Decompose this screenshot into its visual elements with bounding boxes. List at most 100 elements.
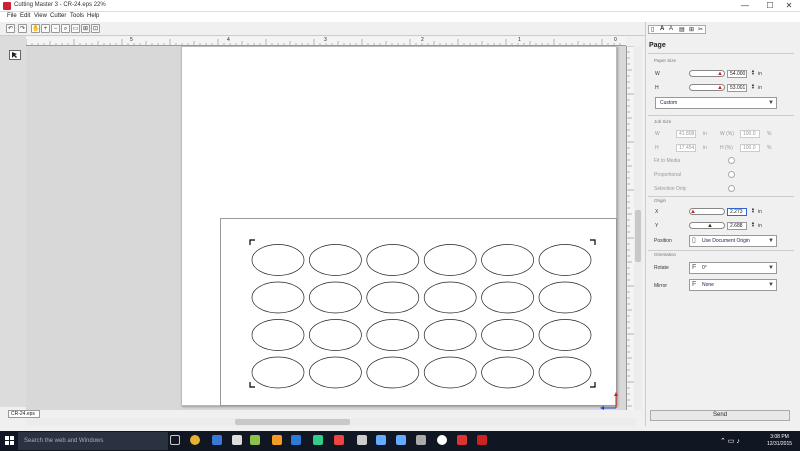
app-icon[interactable] bbox=[437, 435, 447, 445]
photoshop-icon[interactable] bbox=[291, 435, 301, 445]
close-button[interactable]: ✕ bbox=[778, 0, 800, 12]
menu-tools[interactable]: Tools bbox=[70, 13, 84, 19]
acrobat-icon[interactable] bbox=[477, 435, 487, 445]
origin-y-slider[interactable]: ▲ bbox=[689, 222, 725, 229]
mirror-dropdown[interactable]: F None ▼ bbox=[689, 279, 777, 291]
paper-w-unit: in bbox=[758, 71, 762, 77]
send-button[interactable]: Send bbox=[650, 410, 790, 421]
document-tab[interactable]: CR-24.eps bbox=[8, 410, 40, 418]
text-style-tab-icon[interactable]: A bbox=[669, 26, 673, 32]
app-icon[interactable] bbox=[334, 435, 344, 445]
label-shape[interactable] bbox=[309, 319, 362, 351]
undo-icon[interactable]: ↶ bbox=[6, 24, 15, 33]
select-tool-icon[interactable] bbox=[9, 50, 21, 60]
page-tab-icon[interactable]: ▯ bbox=[651, 26, 654, 33]
app-icon[interactable] bbox=[457, 435, 467, 445]
label-shape[interactable] bbox=[423, 356, 477, 389]
layers-tab-icon[interactable]: ▤ bbox=[679, 26, 685, 33]
origin-x-input[interactable]: 2.273 bbox=[727, 208, 747, 216]
paper-size-dropdown[interactable]: Custom ▼ bbox=[655, 97, 777, 109]
zoom-icon[interactable]: ⌕ bbox=[61, 24, 70, 33]
windows-icon[interactable] bbox=[5, 436, 14, 445]
menu-file[interactable]: File bbox=[7, 13, 17, 19]
proportional-checkbox[interactable] bbox=[728, 171, 735, 178]
zoom-fit-icon[interactable]: ⊞ bbox=[81, 24, 90, 33]
paper-w-slider[interactable]: ▲ bbox=[689, 70, 725, 77]
app-icon[interactable] bbox=[357, 435, 367, 445]
notification-icons[interactable]: ⌃ ▭ ♪ bbox=[720, 437, 740, 445]
zoom-in-icon[interactable]: + bbox=[41, 24, 50, 33]
label-shape[interactable] bbox=[423, 244, 477, 276]
label-shape[interactable] bbox=[481, 356, 534, 389]
menu-edit[interactable]: Edit bbox=[20, 13, 30, 19]
chrome-icon[interactable] bbox=[190, 435, 200, 445]
vertical-scroll-thumb[interactable] bbox=[635, 210, 641, 262]
rotate-dropdown[interactable]: F 0° ▼ bbox=[689, 262, 777, 274]
calculator-icon[interactable] bbox=[416, 435, 426, 445]
app-icon[interactable] bbox=[376, 435, 386, 445]
cutter-tab-icon[interactable]: ✂ bbox=[698, 26, 703, 33]
clock[interactable]: 3:08 PM 12/31/2015 bbox=[767, 434, 792, 448]
label-shape[interactable] bbox=[309, 244, 362, 276]
origin-y-stepper[interactable]: ▲ ▼ bbox=[751, 221, 755, 228]
position-value: Use Document Origin bbox=[702, 238, 750, 244]
app-icon[interactable] bbox=[396, 435, 406, 445]
selection-only-checkbox[interactable] bbox=[728, 185, 735, 192]
job-artwork[interactable] bbox=[221, 219, 618, 407]
label-shape[interactable] bbox=[538, 319, 592, 351]
task-view-icon[interactable] bbox=[170, 435, 180, 445]
job-wpct-input[interactable]: 100.0 bbox=[740, 130, 760, 138]
file-explorer-icon[interactable] bbox=[232, 435, 242, 445]
menu-help[interactable]: Help bbox=[87, 13, 99, 19]
paper-w-stepper[interactable]: ▲ ▼ bbox=[751, 69, 755, 76]
label-shape[interactable] bbox=[423, 319, 477, 351]
label-shape[interactable] bbox=[538, 244, 592, 276]
edge-icon[interactable] bbox=[212, 435, 222, 445]
zoom-selection-icon[interactable]: ⊡ bbox=[91, 24, 100, 33]
job-w-input[interactable]: 41.808 bbox=[676, 130, 696, 138]
text-tab-icon[interactable]: A bbox=[660, 26, 664, 32]
label-shape[interactable] bbox=[366, 356, 420, 389]
weed-tab-icon[interactable]: ⊞ bbox=[689, 26, 694, 33]
label-shape[interactable] bbox=[538, 356, 592, 389]
menu-view[interactable]: View bbox=[34, 13, 47, 19]
pan-icon[interactable]: ✋ bbox=[31, 24, 40, 33]
store-icon[interactable] bbox=[250, 435, 260, 445]
job-hpct-label: H (%) bbox=[720, 145, 733, 151]
label-shape[interactable] bbox=[251, 244, 305, 276]
label-shape[interactable] bbox=[481, 319, 534, 351]
paper-w-input[interactable]: 54.000 bbox=[727, 70, 747, 78]
label-shape[interactable] bbox=[538, 281, 592, 314]
label-shape[interactable] bbox=[366, 319, 420, 351]
label-shape[interactable] bbox=[251, 319, 305, 351]
label-shape[interactable] bbox=[309, 281, 362, 314]
illustrator-icon[interactable] bbox=[272, 435, 282, 445]
label-shape[interactable] bbox=[251, 281, 305, 314]
position-dropdown[interactable]: ▯ Use Document Origin ▼ bbox=[689, 235, 777, 247]
label-shape[interactable] bbox=[366, 244, 420, 276]
paper-h-input[interactable]: 53.001 bbox=[727, 84, 747, 92]
paper-h-stepper[interactable]: ▲ ▼ bbox=[751, 83, 755, 90]
label-shape[interactable] bbox=[481, 244, 534, 276]
origin-x-stepper[interactable]: ▲ ▼ bbox=[751, 207, 755, 214]
menu-cutter[interactable]: Cutter bbox=[50, 13, 66, 19]
paper-h-slider[interactable]: ▲ bbox=[689, 84, 725, 91]
label-shape[interactable] bbox=[251, 356, 305, 389]
zoom-out-icon[interactable]: − bbox=[51, 24, 60, 33]
horizontal-scroll-thumb[interactable] bbox=[235, 419, 350, 425]
label-shape[interactable] bbox=[481, 281, 534, 314]
app-icon[interactable] bbox=[313, 435, 323, 445]
taskbar-search[interactable]: Search the web and Windows bbox=[18, 432, 168, 450]
label-shape[interactable] bbox=[423, 281, 477, 314]
label-shape[interactable] bbox=[309, 356, 362, 389]
job-hpct-input[interactable]: 100.0 bbox=[740, 144, 760, 152]
fit-to-media-checkbox[interactable] bbox=[728, 157, 735, 164]
redo-icon[interactable]: ↷ bbox=[18, 24, 27, 33]
origin-y-input[interactable]: 2.688 bbox=[727, 222, 747, 230]
job-area[interactable] bbox=[220, 218, 617, 406]
origin-x-slider[interactable]: ▲ bbox=[689, 208, 725, 215]
minimize-button[interactable]: — bbox=[734, 0, 756, 12]
label-shape[interactable] bbox=[366, 281, 420, 314]
zoom-page-icon[interactable]: ▭ bbox=[71, 24, 80, 33]
job-h-input[interactable]: 17.454 bbox=[676, 144, 696, 152]
